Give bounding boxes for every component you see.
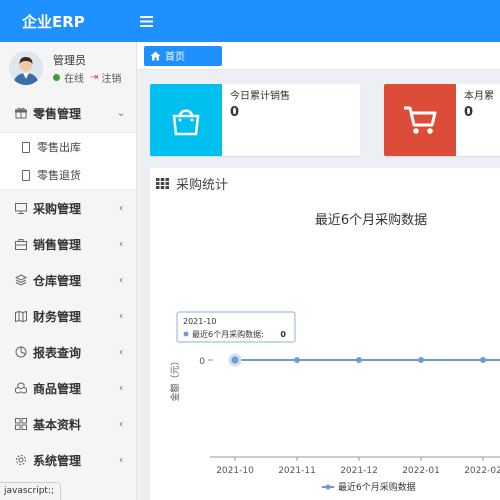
sidebar-item-label: 系统管理 — [33, 453, 82, 468]
card-title: 本月累 — [464, 91, 494, 102]
status-bar-url: javascript:; — [0, 482, 62, 500]
chevron-left-icon: ‹ — [118, 346, 124, 358]
sidebar-item-retail[interactable]: 零售管理 ⌄ — [0, 94, 136, 132]
sidebar-nav: 零售管理 ⌄ 零售出库 零售退货 采购管理 ‹ 销售管理 ‹ 仓库管理 ‹ 财务… — [0, 94, 136, 478]
stat-cards: 今日累计销售 0 本月累 0 — [150, 84, 500, 156]
data-point — [294, 357, 300, 363]
home-icon — [150, 51, 161, 61]
chevron-left-icon: ‹ — [118, 382, 124, 394]
x-tick-label: 2021-10 — [216, 466, 254, 476]
legend-label: 最近6个月采购数据 — [338, 481, 416, 493]
tooltip-value: 0 — [280, 330, 286, 339]
x-tick-label: 2021-11 — [278, 466, 316, 476]
chevron-left-icon: ‹ — [118, 238, 124, 250]
pie-icon — [14, 345, 28, 359]
tooltip-title: 2021-10 — [183, 317, 216, 326]
sidebar: 管理员 在线 ⇥ 注销 零售管理 ⌄ 零售出库 零售退货 采购管理 ‹ 销售管理… — [0, 42, 137, 500]
sidebar-item-label: 采购管理 — [33, 201, 82, 216]
card-value: 0 — [230, 105, 240, 120]
sidebar-item-products[interactable]: 商品管理 ‹ — [0, 370, 136, 406]
sidebar-item-finance[interactable]: 财务管理 ‹ — [0, 298, 136, 334]
gear-icon — [14, 453, 28, 467]
chevron-left-icon: ‹ — [118, 418, 124, 430]
sidebar-item-label: 销售管理 — [33, 237, 82, 252]
top-header: 企业ERP — [0, 0, 500, 42]
chevron-left-icon: ‹ — [118, 454, 124, 466]
sidebar-item-label: 基本资料 — [33, 417, 82, 432]
card-value: 0 — [464, 105, 474, 120]
data-point — [418, 357, 424, 363]
x-tick-label: 2021-12 — [340, 466, 378, 476]
online-status-icon — [53, 74, 60, 81]
x-tick-label: 2022-01 — [402, 466, 440, 476]
today-sales-card: 今日累计销售 0 — [150, 84, 360, 156]
chevron-left-icon: ‹ — [118, 274, 124, 286]
retail-submenu: 零售出库 零售退货 — [0, 132, 136, 190]
y-tick-label: 0 — [199, 357, 205, 367]
file-icon — [22, 169, 30, 181]
data-point — [480, 357, 486, 363]
layers-icon — [14, 273, 28, 287]
app-logo[interactable]: 企业ERP — [0, 0, 137, 42]
tooltip-label: 最近6个月采购数据: — [192, 329, 264, 339]
tooltip-marker — [183, 331, 189, 337]
sidebar-item-reports[interactable]: 报表查询 ‹ — [0, 334, 136, 370]
sidebar-item-label: 商品管理 — [33, 381, 82, 396]
x-tick-label: 2022-02 — [464, 466, 500, 476]
cubes-icon — [14, 381, 28, 395]
month-sales-card: 本月累 0 — [384, 84, 500, 156]
main-content: 首页 今日累计销售 0 本月累 0 采购统计 最近6个月采购数据 金额（元） 0… — [137, 42, 500, 500]
sidebar-subitem-label: 零售退货 — [37, 169, 81, 182]
user-panel: 管理员 在线 ⇥ 注销 — [0, 42, 136, 94]
chevron-left-icon: ‹ — [118, 202, 124, 214]
sidebar-subitem-retail-return[interactable]: 零售退货 — [0, 161, 136, 189]
shopping-cart-icon — [384, 84, 456, 156]
sidebar-item-warehouse[interactable]: 仓库管理 ‹ — [0, 262, 136, 298]
chevron-left-icon: ‹ — [118, 310, 124, 322]
data-point — [228, 353, 242, 367]
sidebar-subitem-label: 零售出库 — [37, 141, 81, 154]
y-axis-label: 金额（元） — [169, 356, 181, 401]
sidebar-item-label: 零售管理 — [33, 106, 82, 121]
sidebar-item-system[interactable]: 系统管理 ‹ — [0, 442, 136, 478]
status-text: 在线 — [64, 74, 84, 85]
data-point — [356, 357, 362, 363]
gift-icon — [14, 106, 28, 120]
tab-home[interactable]: 首页 — [144, 45, 222, 66]
file-icon — [22, 141, 30, 153]
sidebar-item-basic-data[interactable]: 基本资料 ‹ — [0, 406, 136, 442]
map-icon — [14, 309, 28, 323]
sidebar-item-purchase[interactable]: 采购管理 ‹ — [0, 190, 136, 226]
chart-title: 最近6个月采购数据 — [315, 212, 427, 228]
purchase-line-chart: 最近6个月采购数据金额（元） 02021-10 2021-11 2021-12 2022… — [169, 212, 500, 493]
briefcase-icon — [14, 237, 28, 251]
sidebar-item-label: 报表查询 — [33, 345, 82, 360]
menu-toggle-icon[interactable] — [133, 0, 159, 42]
panel-title: 采购统计 — [176, 177, 229, 193]
card-title: 今日累计销售 — [230, 91, 290, 102]
monitor-icon — [14, 201, 28, 215]
grid-icon — [14, 417, 28, 431]
shopping-bag-icon — [150, 84, 222, 156]
user-name: 管理员 — [53, 53, 86, 67]
th-icon — [156, 177, 169, 189]
tab-bar: 首页 — [137, 42, 500, 70]
logout-icon[interactable]: ⇥ — [90, 72, 98, 83]
sidebar-item-sales[interactable]: 销售管理 ‹ — [0, 226, 136, 262]
sidebar-item-label: 仓库管理 — [33, 273, 82, 288]
sidebar-subitem-retail-out[interactable]: 零售出库 — [0, 133, 136, 161]
purchase-stats-panel: 采购统计 最近6个月采购数据 金额（元） 0 2021-10 2021-11 2021-1… — [150, 168, 500, 500]
legend-marker — [325, 484, 331, 490]
tab-label: 首页 — [165, 52, 185, 63]
sidebar-item-label: 财务管理 — [33, 309, 82, 324]
chevron-down-icon: ⌄ — [116, 107, 126, 119]
logout-link[interactable]: 注销 — [101, 70, 121, 85]
avatar — [9, 51, 43, 85]
